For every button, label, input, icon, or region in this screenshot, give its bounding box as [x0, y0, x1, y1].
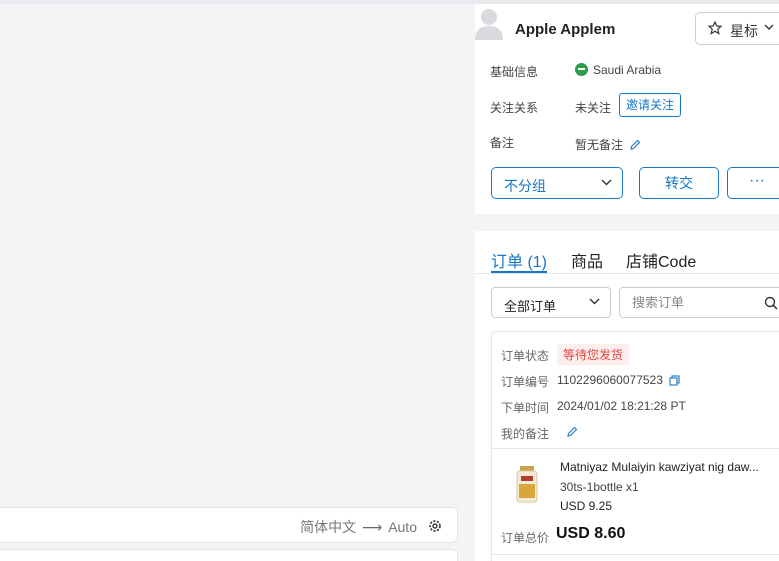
invite-follow-button[interactable]: 邀请关注 — [619, 93, 681, 117]
transfer-button[interactable]: 转交 — [639, 167, 719, 199]
search-icon[interactable] — [764, 296, 778, 310]
order-number-label: 订单编号 — [501, 375, 550, 389]
basic-info-label: 基础信息 — [490, 65, 539, 79]
order-time-label: 下单时间 — [501, 401, 550, 415]
chevron-down-icon — [601, 179, 612, 186]
avatar — [475, 9, 503, 40]
order-search-box[interactable] — [619, 287, 779, 318]
source-language[interactable]: 简体中文 — [300, 519, 356, 535]
tab-products[interactable]: 商品 — [571, 248, 603, 272]
order-filter-select[interactable]: 全部订单 — [491, 287, 611, 318]
star-button[interactable]: 星标 — [695, 12, 779, 45]
message-input-area[interactable] — [0, 549, 458, 561]
order-bottom-divider — [492, 554, 779, 555]
product-image[interactable] — [514, 466, 540, 504]
order-number: 1102296060077523 — [557, 373, 680, 387]
orders-panel: 订单 (1) 商品 店铺Code 全部订单 订单状态 等待您发货 订单编号 11… — [475, 231, 779, 561]
star-label: 星标 — [730, 23, 758, 39]
tabs-divider — [475, 273, 779, 274]
translation-bar: 简体中文 ⟶ Auto — [0, 507, 458, 543]
edit-pencil-icon[interactable] — [629, 139, 641, 151]
customer-profile-card: Apple Applem 星标 基础信息 Saudi Arabia 关注关系 未… — [475, 4, 779, 214]
order-total-value: USD 8.60 — [556, 525, 626, 542]
order-search-input[interactable] — [632, 295, 752, 310]
country-value: Saudi Arabia — [575, 63, 661, 77]
follow-status: 未关注 — [575, 101, 612, 115]
my-note-label: 我的备注 — [501, 427, 550, 441]
product-name[interactable]: Matniyaz Mulaiyin kawziyat nig daw... — [560, 460, 775, 474]
note-text: 暂无备注 — [575, 138, 624, 152]
group-select[interactable]: 不分组 — [491, 167, 623, 199]
note-value: 暂无备注 — [575, 136, 641, 153]
saudi-flag-icon — [575, 63, 588, 76]
order-number-value: 1102296060077523 — [557, 373, 663, 387]
tab-orders[interactable]: 订单 (1) — [491, 248, 547, 272]
target-language[interactable]: Auto — [388, 519, 417, 535]
order-time-value: 2024/01/02 18:21:28 PT — [557, 399, 686, 413]
order-card: 订单状态 等待您发货 订单编号 1102296060077523 下单时间 20… — [491, 331, 779, 561]
star-icon — [708, 21, 722, 35]
order-total-label: 订单总价 — [501, 531, 550, 545]
group-select-label: 不分组 — [504, 178, 546, 194]
arrow-right-icon: ⟶ — [362, 519, 383, 535]
note-label: 备注 — [490, 136, 515, 150]
more-options-button[interactable]: ··· — [727, 167, 779, 199]
copy-icon[interactable] — [669, 375, 680, 386]
customer-name: Apple Applem — [515, 21, 616, 38]
chevron-down-icon — [589, 298, 600, 305]
product-price: USD 9.25 — [560, 499, 613, 513]
gear-icon[interactable] — [427, 518, 443, 534]
chevron-down-icon — [764, 24, 774, 30]
follow-label: 关注关系 — [490, 101, 539, 115]
edit-pencil-icon[interactable] — [566, 426, 578, 438]
order-status-label: 订单状态 — [501, 349, 550, 363]
active-tab-indicator — [491, 271, 547, 273]
translation-language-selector[interactable]: 简体中文 ⟶ Auto — [300, 517, 417, 537]
product-variant: 30ts-1bottle x1 — [560, 480, 639, 494]
status-badge: 等待您发货 — [557, 344, 630, 365]
order-filter-label: 全部订单 — [504, 299, 557, 314]
tab-store-code[interactable]: 店铺Code — [626, 248, 696, 272]
country-name: Saudi Arabia — [593, 63, 662, 77]
order-divider — [492, 448, 779, 449]
